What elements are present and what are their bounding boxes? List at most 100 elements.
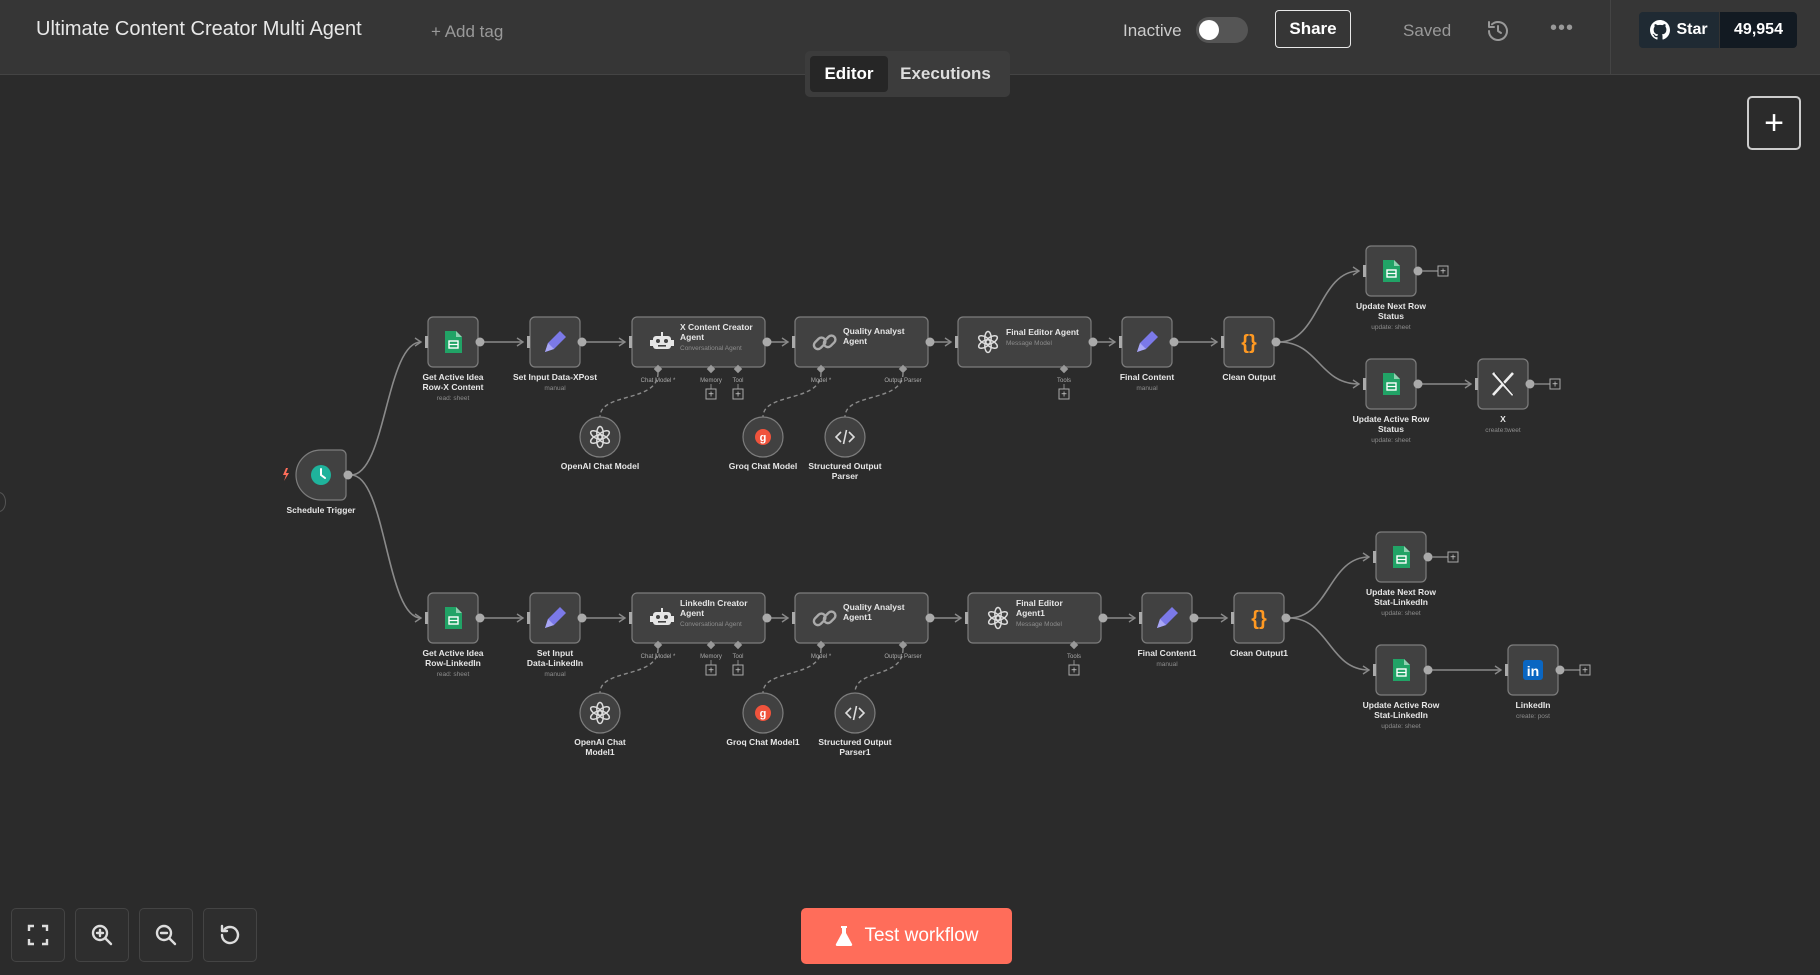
input-handle[interactable] bbox=[527, 612, 530, 624]
sub-port[interactable]: Tools + bbox=[1067, 640, 1081, 677]
node-name: Update Next Row bbox=[1356, 301, 1426, 311]
output-handle[interactable] bbox=[1088, 337, 1098, 347]
node-getx[interactable]: Get Active IdeaRow-X Content read: sheet bbox=[422, 316, 485, 402]
input-handle[interactable] bbox=[792, 336, 795, 348]
connection-line[interactable] bbox=[350, 474, 422, 619]
add-next-node-button[interactable]: + bbox=[1447, 551, 1459, 564]
node-qa1[interactable]: Quality AnalystAgent1 bbox=[792, 592, 935, 644]
sub-port[interactable]: Tools + bbox=[1057, 364, 1071, 401]
output-handle[interactable] bbox=[1098, 613, 1108, 623]
test-workflow-button[interactable]: Test workflow bbox=[801, 908, 1012, 964]
zoom-in-button[interactable] bbox=[75, 908, 129, 962]
output-handle[interactable] bbox=[577, 337, 587, 347]
output-handle[interactable] bbox=[925, 613, 935, 623]
output-handle[interactable] bbox=[1423, 552, 1433, 562]
input-handle[interactable] bbox=[629, 612, 632, 624]
subnode-groq[interactable]: g Groq Chat Model bbox=[729, 416, 797, 471]
output-handle[interactable] bbox=[762, 613, 772, 623]
node-unr[interactable]: Update Next RowStatus update: sheet bbox=[1356, 245, 1426, 331]
node-x[interactable]: Xcreate:tweet bbox=[1475, 358, 1535, 434]
fit-view-button[interactable] bbox=[11, 908, 65, 962]
output-handle[interactable] bbox=[1189, 613, 1199, 623]
input-handle[interactable] bbox=[629, 336, 632, 348]
output-handle[interactable] bbox=[577, 613, 587, 623]
node-fc[interactable]: Final Content manual bbox=[1119, 316, 1179, 392]
output-handle[interactable] bbox=[1423, 665, 1433, 675]
input-handle[interactable] bbox=[1475, 378, 1478, 390]
sub-port[interactable]: Tool + bbox=[732, 364, 744, 401]
sub-port[interactable]: Memory + bbox=[700, 364, 722, 401]
connection-line[interactable] bbox=[1278, 270, 1360, 343]
add-next-node-button[interactable]: + bbox=[1549, 378, 1561, 391]
node-xagent[interactable]: X Content CreatorAgent Conversational Age… bbox=[629, 316, 772, 368]
subnode-oai1[interactable]: OpenAI ChatModel1 bbox=[574, 692, 626, 757]
node-uar[interactable]: Update Active RowStatus update: sheet bbox=[1353, 358, 1430, 444]
node-schedule-trigger[interactable]: Schedule Trigger bbox=[283, 449, 356, 515]
add-node-button[interactable]: + bbox=[1747, 96, 1801, 150]
add-next-node-button[interactable]: + bbox=[1579, 664, 1591, 677]
node-unr1[interactable]: Update Next RowStat-LinkedIn update: shee… bbox=[1366, 531, 1436, 617]
input-handle[interactable] bbox=[1363, 265, 1366, 277]
output-handle[interactable] bbox=[925, 337, 935, 347]
node-fe1[interactable]: Final EditorAgent1 Message Model bbox=[965, 592, 1108, 644]
node-fe[interactable]: Final Editor Agent Message Model bbox=[955, 316, 1098, 368]
tab-executions[interactable]: Executions bbox=[888, 56, 1003, 92]
workflow-canvas[interactable]: Get Active IdeaRow-X Contentread: sheet S… bbox=[0, 0, 1820, 975]
reset-zoom-button[interactable] bbox=[203, 908, 257, 962]
input-handle[interactable] bbox=[1231, 612, 1234, 624]
connection-line[interactable] bbox=[350, 341, 422, 476]
input-handle[interactable] bbox=[425, 336, 428, 348]
input-handle[interactable] bbox=[425, 612, 428, 624]
output-handle[interactable] bbox=[475, 337, 485, 347]
input-handle[interactable] bbox=[1373, 551, 1376, 563]
node-setx[interactable]: Set Input Data-XPost manual bbox=[513, 316, 597, 392]
output-handle[interactable] bbox=[1413, 266, 1423, 276]
output-handle[interactable] bbox=[1555, 665, 1565, 675]
node-co[interactable]: {} Clean Output bbox=[1221, 316, 1281, 382]
node-setl[interactable]: Set InputData-LinkedIn manual bbox=[527, 592, 587, 678]
input-handle[interactable] bbox=[1505, 664, 1508, 676]
subnode-sop1[interactable]: Structured OutputParser1 bbox=[818, 692, 892, 757]
input-handle[interactable] bbox=[1221, 336, 1224, 348]
connection-line[interactable] bbox=[1288, 617, 1370, 671]
zoom-in-icon bbox=[91, 924, 113, 946]
node-subtitle: update: sheet bbox=[1371, 437, 1411, 444]
subnode-oai[interactable]: OpenAI Chat Model bbox=[561, 416, 639, 471]
node-getl[interactable]: Get Active IdeaRow-LinkedIn read: sheet bbox=[422, 592, 485, 678]
node-fc1[interactable]: Final Content1 manual bbox=[1137, 592, 1199, 668]
node-lagent[interactable]: LinkedIn CreatorAgent Conversational Agen… bbox=[629, 592, 772, 644]
linkedin-icon: in bbox=[1523, 660, 1543, 680]
output-handle[interactable] bbox=[1413, 379, 1423, 389]
input-handle[interactable] bbox=[1119, 336, 1122, 348]
sub-port[interactable]: Memory + bbox=[700, 640, 722, 677]
input-handle[interactable] bbox=[527, 336, 530, 348]
output-handle[interactable] bbox=[475, 613, 485, 623]
output-handle[interactable] bbox=[1271, 337, 1281, 347]
input-handle[interactable] bbox=[1139, 612, 1142, 624]
output-handle[interactable] bbox=[343, 470, 353, 480]
subnode-sop[interactable]: Structured OutputParser bbox=[808, 416, 882, 481]
connection-line[interactable] bbox=[1288, 556, 1370, 619]
output-handle[interactable] bbox=[1525, 379, 1535, 389]
tab-editor[interactable]: Editor bbox=[810, 56, 888, 92]
node-li[interactable]: in LinkedIn create: post bbox=[1505, 644, 1565, 720]
node-uar1[interactable]: Update Active RowStat-LinkedIn update: sh… bbox=[1363, 644, 1440, 730]
output-handle[interactable] bbox=[1169, 337, 1179, 347]
connection-line[interactable] bbox=[1278, 341, 1360, 385]
zoom-out-icon bbox=[155, 924, 177, 946]
output-handle[interactable] bbox=[762, 337, 772, 347]
sub-port[interactable]: Tool + bbox=[732, 640, 744, 677]
input-handle[interactable] bbox=[1363, 378, 1366, 390]
input-handle[interactable] bbox=[955, 336, 958, 348]
subnode-groq1[interactable]: g Groq Chat Model1 bbox=[726, 692, 800, 747]
add-next-node-button[interactable]: + bbox=[1437, 265, 1449, 278]
input-handle[interactable] bbox=[1373, 664, 1376, 676]
input-handle[interactable] bbox=[965, 612, 968, 624]
zoom-out-button[interactable] bbox=[139, 908, 193, 962]
output-handle[interactable] bbox=[1281, 613, 1291, 623]
node-qa[interactable]: Quality AnalystAgent bbox=[792, 316, 935, 368]
node-co1[interactable]: {} Clean Output1 bbox=[1230, 592, 1291, 658]
reset-zoom-icon bbox=[220, 924, 240, 945]
port-label: Tools bbox=[1057, 378, 1071, 384]
input-handle[interactable] bbox=[792, 612, 795, 624]
